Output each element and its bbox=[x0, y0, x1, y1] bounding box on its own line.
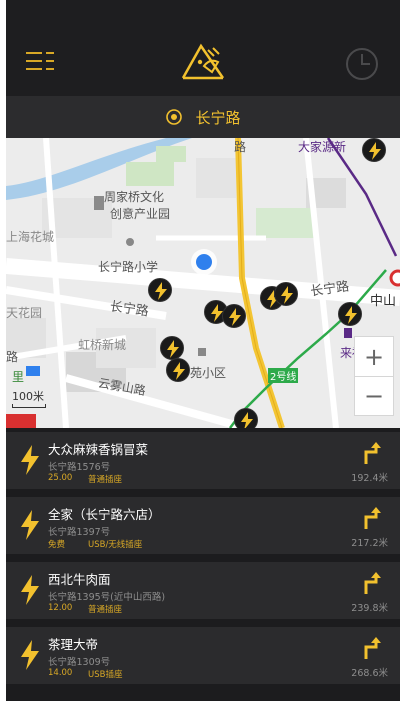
map-label-road-top: 路 bbox=[234, 140, 247, 154]
station-price: 25.00 bbox=[48, 473, 73, 483]
charging-pin[interactable] bbox=[160, 336, 184, 360]
station-address: 长宁路1576号 bbox=[48, 462, 111, 473]
map-label-zhoujiaqiao: 周家桥文化 bbox=[104, 190, 165, 204]
target-icon bbox=[165, 108, 183, 126]
app-header bbox=[6, 0, 400, 96]
map-scale-label: 100米 bbox=[12, 390, 44, 403]
charging-pin[interactable] bbox=[222, 304, 246, 328]
station-socket-type: USB插座 bbox=[88, 670, 123, 680]
station-item[interactable]: 茶理大帝 长宁路1309号 14.00 USB插座 268.6米 bbox=[6, 627, 400, 684]
station-item[interactable]: 大众麻辣香锅冒菜 长宁路1576号 25.00 普通插座 192.4米 bbox=[6, 432, 400, 489]
bolt-icon bbox=[21, 575, 39, 605]
clock-icon[interactable] bbox=[344, 46, 380, 82]
station-distance: 192.4米 bbox=[351, 473, 388, 484]
charging-pin[interactable] bbox=[234, 408, 258, 428]
app-screen: 长宁路 周家桥文化 创意产业园 上海花城 长宁路小学 长宁路 长宁路 天花园 虹… bbox=[6, 0, 400, 701]
station-distance: 217.2米 bbox=[351, 538, 388, 549]
charging-pin[interactable] bbox=[274, 282, 298, 306]
directions-icon[interactable] bbox=[360, 637, 382, 661]
app-logo-icon bbox=[180, 40, 226, 84]
map-view[interactable]: 周家桥文化 创意产业园 上海花城 长宁路小学 长宁路 长宁路 天花园 虹桥新城 … bbox=[6, 138, 400, 428]
station-distance: 268.6米 bbox=[351, 668, 388, 679]
zoom-out-button[interactable]: − bbox=[355, 376, 393, 415]
station-socket-type: USB/无线插座 bbox=[88, 540, 143, 550]
current-location-bar[interactable]: 长宁路 bbox=[6, 96, 400, 138]
station-price: 免费 bbox=[48, 540, 66, 550]
charging-pin[interactable] bbox=[362, 138, 386, 162]
bolt-icon bbox=[21, 445, 39, 475]
map-label-school: 长宁路小学 bbox=[98, 260, 159, 274]
station-list: 大众麻辣香锅冒菜 长宁路1576号 25.00 普通插座 192.4米 全家（长… bbox=[6, 428, 400, 701]
station-item[interactable]: 西北牛肉面 长宁路1395号(近中山西路) 12.00 普通插座 239.8米 bbox=[6, 562, 400, 619]
map-label-road-left: 路 bbox=[6, 350, 19, 364]
map-label-shanghaihuacheng: 上海花城 bbox=[6, 230, 55, 244]
station-price: 12.00 bbox=[48, 603, 73, 613]
station-item[interactable]: 全家（长宁路六店） 长宁路1397号 免费 USB/无线插座 217.2米 bbox=[6, 497, 400, 554]
station-name: 大众麻辣香锅冒菜 bbox=[48, 442, 149, 457]
charging-pin[interactable] bbox=[148, 278, 172, 302]
station-socket-type: 普通插座 bbox=[88, 475, 123, 485]
station-name: 茶理大帝 bbox=[48, 637, 99, 652]
charging-pin[interactable] bbox=[338, 302, 362, 326]
zoom-controls: + − bbox=[354, 336, 394, 416]
directions-icon[interactable] bbox=[360, 572, 382, 596]
current-location-name: 长宁路 bbox=[195, 108, 241, 127]
map-scale-bar bbox=[12, 404, 46, 408]
station-socket-type: 普通插座 bbox=[88, 605, 123, 615]
map-label-line2: 2号线 bbox=[268, 368, 299, 383]
station-distance: 239.8米 bbox=[351, 603, 388, 614]
map-label-chuangyi: 创意产业园 bbox=[110, 207, 171, 221]
zoom-in-button[interactable]: + bbox=[355, 337, 393, 376]
station-address: 长宁路1397号 bbox=[48, 527, 111, 538]
map-label-zhongshan: 中山 bbox=[370, 294, 397, 309]
map-label-lishi: 里 bbox=[12, 370, 25, 384]
bolt-icon bbox=[21, 510, 39, 540]
directions-icon[interactable] bbox=[360, 442, 382, 466]
station-name: 全家（长宁路六店） bbox=[48, 507, 161, 522]
directions-icon[interactable] bbox=[360, 507, 382, 531]
station-address: 长宁路1395号(近中山西路) bbox=[48, 592, 166, 603]
bolt-icon bbox=[21, 640, 39, 670]
charging-pin[interactable] bbox=[166, 358, 190, 382]
station-price: 14.00 bbox=[48, 668, 73, 678]
map-label-hongqiaoxincheng: 虹桥新城 bbox=[78, 338, 127, 352]
map-label-yuanxiaoqu: 苑小区 bbox=[190, 366, 227, 380]
map-label-tianhuayuan: 天花园 bbox=[6, 306, 43, 320]
station-name: 西北牛肉面 bbox=[48, 572, 111, 587]
map-label-dajiayuan: 大家源新 bbox=[298, 140, 347, 154]
station-address: 长宁路1309号 bbox=[48, 657, 111, 668]
menu-list-icon[interactable] bbox=[24, 46, 56, 76]
